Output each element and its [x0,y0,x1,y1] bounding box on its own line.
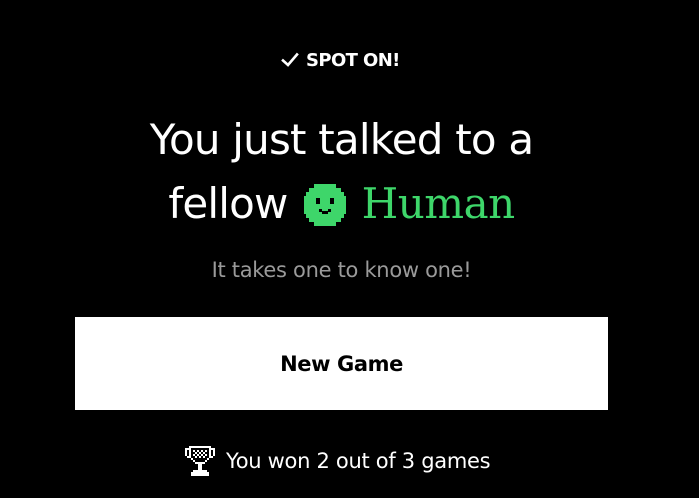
subtitle: It takes one to know one! [211,258,472,282]
result-badge: SPOT ON! [280,46,400,74]
headline-prefix: fellow [168,179,288,228]
headline-line-2: fellow Human [0,172,683,236]
badge-label: SPOT ON! [306,49,400,71]
game-stats: You won 2 out of 3 games [184,444,491,478]
new-game-label: New Game [280,351,403,376]
check-icon [280,50,300,70]
stats-text: You won 2 out of 3 games [226,449,491,473]
result-headline: You just talked to a fellow Human [0,108,683,236]
trophy-icon [184,444,216,478]
pixel-face-icon [302,182,348,228]
result-word: Human [361,179,516,228]
new-game-button[interactable]: New Game [75,317,608,410]
headline-line-1: You just talked to a [149,115,534,164]
